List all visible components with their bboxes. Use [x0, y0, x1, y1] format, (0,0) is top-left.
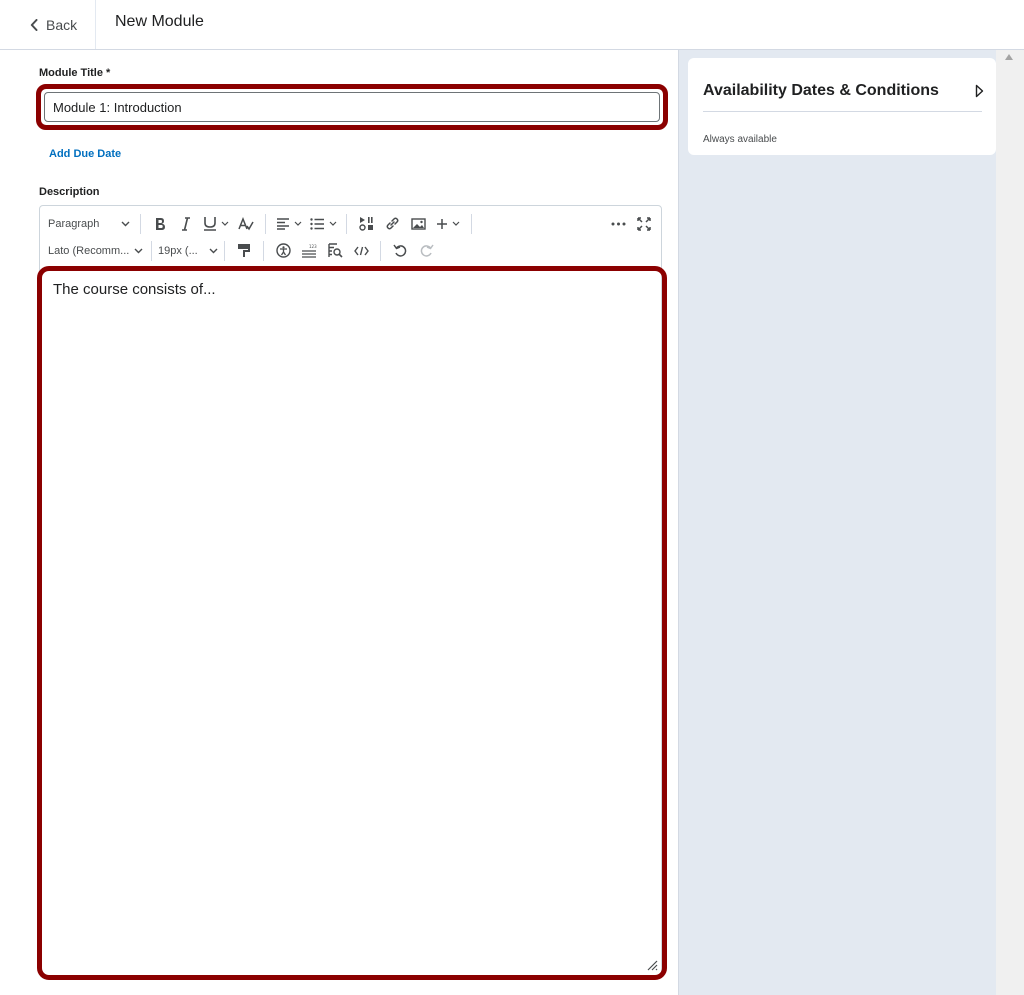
toolbar-divider	[265, 213, 266, 234]
chevron-down-icon	[221, 221, 229, 226]
resize-icon[interactable]	[646, 959, 658, 971]
editor-toolbar-row-1: Paragraph	[40, 210, 661, 237]
chevron-down-icon	[452, 221, 460, 226]
clear-format-icon	[238, 216, 254, 230]
plus-icon	[437, 218, 447, 229]
undo-icon	[392, 244, 406, 257]
module-title-input[interactable]	[44, 92, 660, 122]
back-label: Back	[46, 16, 78, 33]
accessibility-checker-button[interactable]	[270, 239, 296, 263]
chevron-down-icon	[294, 221, 302, 226]
chevron-down-icon	[134, 248, 143, 253]
block-format-select[interactable]: Paragraph	[48, 212, 134, 236]
find-replace-button[interactable]	[322, 239, 348, 263]
code-icon	[353, 246, 369, 255]
fullscreen-icon	[637, 216, 651, 231]
bold-button[interactable]	[147, 212, 173, 236]
chevron-left-icon	[30, 18, 38, 31]
scrollbar[interactable]	[996, 50, 1024, 995]
availability-divider	[703, 111, 982, 112]
align-button[interactable]	[272, 212, 306, 236]
find-replace-icon	[327, 243, 343, 258]
availability-title: Availability Dates & Conditions	[703, 82, 939, 99]
underline-button[interactable]	[199, 212, 233, 236]
font-size-label: 19px (...	[158, 244, 198, 257]
italic-button[interactable]	[173, 212, 199, 236]
module-title-label: Module Title *	[39, 67, 111, 79]
availability-card[interactable]: Availability Dates & Conditions Always a…	[688, 58, 996, 155]
availability-status: Always available	[703, 134, 777, 145]
insert-media-button[interactable]	[353, 212, 379, 236]
bold-icon	[156, 217, 165, 230]
link-icon	[386, 217, 398, 230]
scroll-up-icon[interactable]	[1005, 54, 1013, 60]
block-format-label: Paragraph	[48, 217, 100, 230]
svg-text:123: 123	[309, 244, 317, 249]
more-icon	[611, 222, 625, 225]
toolbar-divider	[380, 240, 381, 261]
chevron-right-icon[interactable]	[975, 84, 984, 98]
undo-button[interactable]	[387, 239, 413, 263]
side-panel: Availability Dates & Conditions Always a…	[678, 50, 996, 995]
description-content-area[interactable]: The course consists of...	[47, 275, 657, 971]
description-text: The course consists of...	[53, 281, 216, 298]
underline-icon	[204, 217, 216, 231]
list-icon	[309, 217, 324, 230]
align-left-icon	[277, 217, 289, 230]
chevron-down-icon	[209, 248, 218, 253]
insert-more-button[interactable]	[431, 212, 465, 236]
description-content-highlight: The course consists of...	[37, 266, 667, 980]
font-family-select[interactable]: Lato (Recomm...	[48, 239, 145, 263]
redo-icon	[420, 244, 434, 257]
word-count-icon: 123	[302, 244, 317, 258]
clear-format-button[interactable]	[233, 212, 259, 236]
chevron-down-icon	[329, 221, 336, 226]
media-icon	[358, 217, 373, 231]
font-size-select[interactable]: 19px (...	[158, 239, 218, 263]
accessibility-icon	[275, 243, 291, 258]
toolbar-divider	[140, 213, 141, 234]
toolbar-divider	[346, 213, 347, 234]
toolbar-divider	[263, 240, 264, 261]
word-count-button[interactable]: 123	[296, 239, 322, 263]
format-painter-button[interactable]	[231, 239, 257, 263]
chevron-down-icon	[121, 221, 130, 226]
top-bar: Back New Module	[0, 0, 1024, 50]
redo-button[interactable]	[413, 239, 439, 263]
list-button[interactable]	[306, 212, 340, 236]
toolbar-divider	[151, 240, 152, 261]
editor-toolbar-row-2: Lato (Recomm... 19px (... 123	[40, 237, 661, 264]
toolbar-divider	[224, 240, 225, 261]
back-button[interactable]: Back	[0, 0, 96, 49]
insert-link-button[interactable]	[379, 212, 405, 236]
toolbar-divider	[471, 213, 472, 234]
font-family-label: Lato (Recomm...	[48, 244, 130, 257]
module-title-highlight	[36, 84, 668, 130]
italic-icon	[182, 216, 190, 231]
image-icon	[410, 217, 426, 230]
source-code-button[interactable]	[348, 239, 374, 263]
insert-image-button[interactable]	[405, 212, 431, 236]
format-painter-icon	[238, 244, 250, 257]
fullscreen-button[interactable]	[631, 212, 657, 236]
add-due-date-link[interactable]: Add Due Date	[49, 148, 121, 160]
description-label: Description	[39, 186, 100, 198]
more-actions-button[interactable]	[605, 212, 631, 236]
page-title: New Module	[115, 13, 204, 30]
